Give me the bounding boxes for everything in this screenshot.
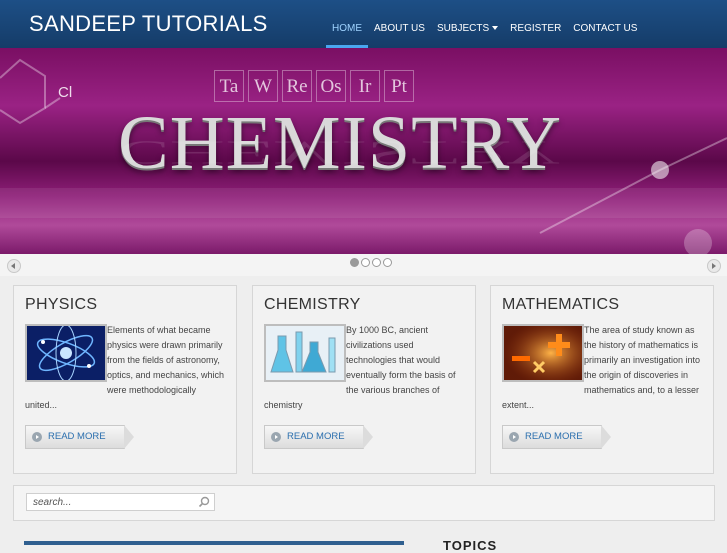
element-ta: Ta [214,70,244,102]
content-panel-header [24,541,404,545]
caret-down-icon [492,26,499,31]
nav-contact-us[interactable]: CONTACT US [567,0,643,48]
periodic-elements: Ta W Re Os Ir Pt [214,70,414,102]
element-ir: Ir [350,70,380,102]
nav-about-us[interactable]: ABOUT US [368,0,431,48]
element-re: Re [282,70,312,102]
card-title: PHYSICS [25,296,98,313]
card-physics: PHYSICS Elements of what became physics … [13,285,237,474]
main-nav: HOME ABOUT US SUBJECTS REGISTER CONTACT … [326,0,643,48]
element-w: W [248,70,278,102]
read-more-label: READ MORE [287,431,345,442]
read-more-label: READ MORE [525,431,583,442]
hero-slide: Cl Ta W Re Os Ir Pt CHEMISTRY CHEMISTRY [0,48,727,254]
nav-about-us-label: ABOUT US [374,23,425,34]
arrow-circle-icon [32,432,42,442]
arrow-circle-icon [509,432,519,442]
slider-dots [350,258,392,267]
chem-label: Cl [58,84,73,101]
element-os: Os [316,70,346,102]
slider-next-arrow-icon[interactable] [707,259,721,273]
site-header: SANDEEP TUTORIALS HOME ABOUT US SUBJECTS… [0,0,727,48]
card-title: CHEMISTRY [264,296,361,313]
search-input[interactable] [26,493,215,511]
slider-prev-arrow-icon[interactable] [7,259,21,273]
nav-subjects-label: SUBJECTS [436,23,490,34]
nav-subjects[interactable]: SUBJECTS [431,0,504,48]
read-more-label: READ MORE [48,431,106,442]
nav-register-label: REGISTER [510,23,562,34]
search-icon[interactable] [198,496,210,508]
topics-heading: TOPICS [443,538,498,553]
slider-dot-2[interactable] [361,258,370,267]
card-title: MATHEMATICS [502,296,620,313]
read-more-button[interactable]: READ MORE [264,425,373,449]
physics-thumbnail [25,324,107,382]
card-chemistry: CHEMISTRY By 1000 BC, ancient civilizati… [252,285,476,474]
card-mathematics: MATHEMATICS The area of study known as t… [490,285,714,474]
arrow-circle-icon [271,432,281,442]
mathematics-thumbnail [502,324,584,382]
nav-home-label: HOME [332,23,362,34]
nav-register[interactable]: REGISTER [504,0,567,48]
hero-title-reflection: CHEMISTRY [118,133,562,172]
nav-contact-us-label: CONTACT US [573,23,638,34]
slider-dot-3[interactable] [372,258,381,267]
slider-dot-4[interactable] [383,258,392,267]
site-brand[interactable]: SANDEEP TUTORIALS [29,11,268,37]
slider-dot-1[interactable] [350,258,359,267]
read-more-button[interactable]: READ MORE [25,425,134,449]
nav-home[interactable]: HOME [326,0,368,48]
chemistry-thumbnail [264,324,346,382]
element-pt: Pt [384,70,414,102]
read-more-button[interactable]: READ MORE [502,425,611,449]
